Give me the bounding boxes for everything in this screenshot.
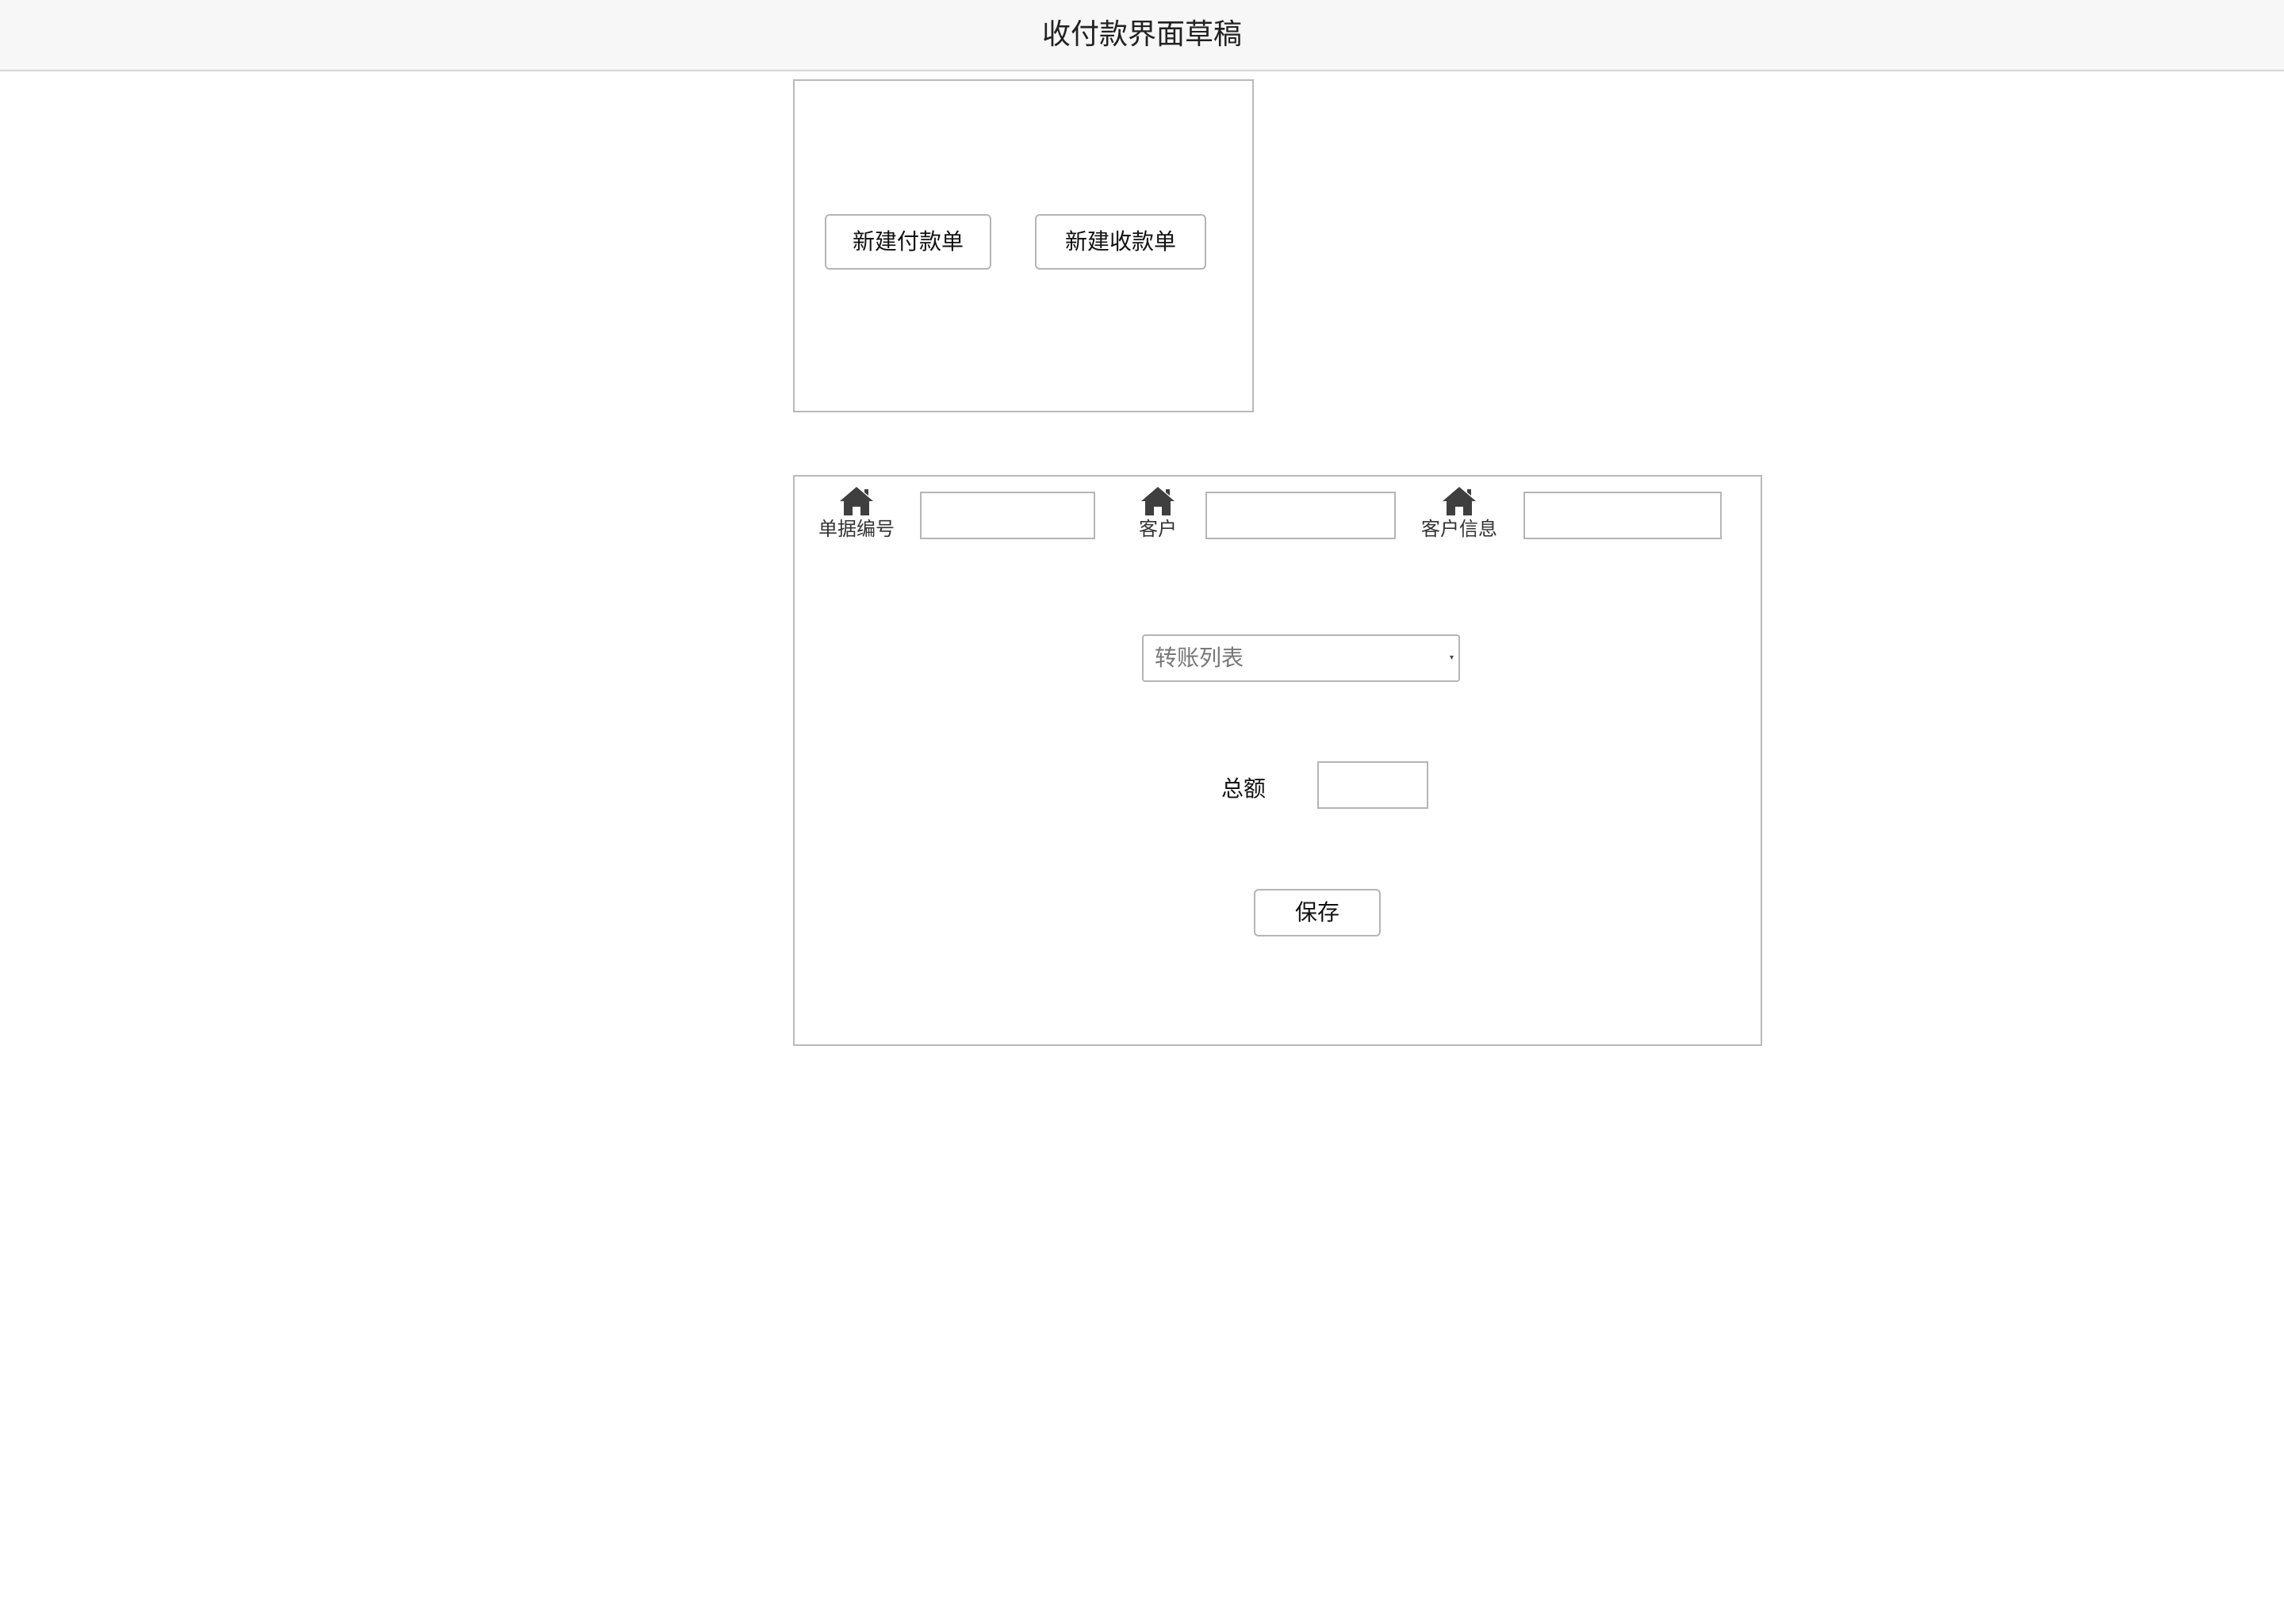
page-title: 收付款界面草稿 [1041,18,1242,51]
chevron-down-icon: ▾ [1449,653,1454,662]
transfer-list-selected-value: 转账列表 [1155,645,1244,671]
customer-input[interactable] [1205,492,1396,539]
header-bar: 收付款界面草稿 [0,0,2284,71]
document-number-label: 单据编号 [818,518,895,540]
payment-form-panel [793,475,1762,1046]
total-label: 总额 [1221,776,1267,802]
home-icon [1140,485,1176,517]
new-payment-button[interactable]: 新建付款单 [825,214,991,270]
document-number-label-group: 单据编号 [813,485,900,541]
customer-label-group: 客户 [1126,485,1190,541]
save-button[interactable]: 保存 [1254,889,1381,936]
customer-info-input[interactable] [1523,492,1722,539]
customer-label: 客户 [1139,518,1177,540]
document-number-input[interactable] [920,492,1095,539]
customer-info-label: 客户信息 [1421,518,1497,540]
home-icon [838,485,875,517]
transfer-list-select[interactable]: 转账列表 ▾ [1142,634,1460,682]
new-receipt-button[interactable]: 新建收款单 [1035,214,1206,270]
customer-info-label-group: 客户信息 [1412,485,1507,541]
home-icon [1441,485,1477,517]
total-input[interactable] [1317,761,1428,809]
